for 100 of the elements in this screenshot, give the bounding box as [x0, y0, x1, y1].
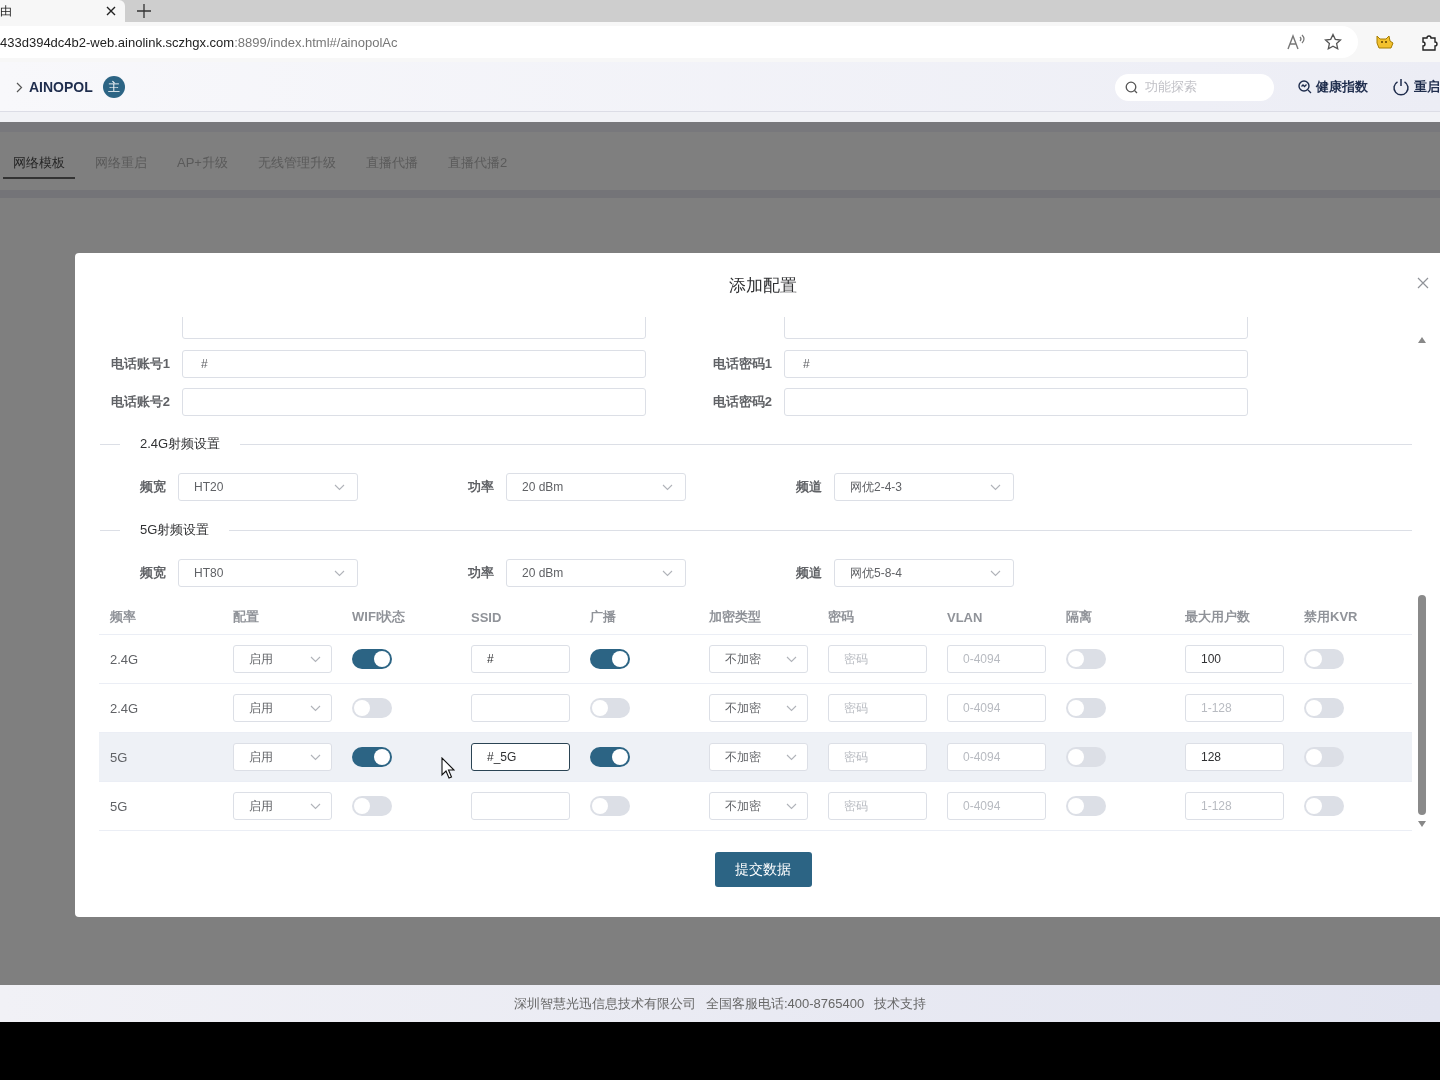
- table-cell: 5G: [110, 798, 128, 814]
- submit-button[interactable]: 提交数据: [714, 852, 812, 887]
- toggle-switch[interactable]: [1304, 649, 1344, 669]
- column-header: 密码: [828, 609, 854, 624]
- caret-icon: [310, 655, 321, 663]
- toggle-switch[interactable]: [1066, 796, 1106, 816]
- star-icon[interactable]: [1324, 33, 1342, 51]
- column-header: 最大用户数: [1185, 609, 1250, 624]
- toggle-switch[interactable]: [1304, 747, 1344, 767]
- input-field[interactable]: #: [471, 645, 570, 673]
- user-badge: 主: [102, 76, 125, 98]
- input-field[interactable]: [182, 317, 646, 339]
- input-field[interactable]: 密码: [828, 694, 927, 722]
- caret-icon: [786, 802, 797, 810]
- caret-icon: [662, 569, 673, 577]
- column-header: 广播: [590, 609, 616, 624]
- footer-text: 深圳智慧光迅信息技术有限公司: [513, 994, 696, 1013]
- scrollbar-thumb[interactable]: [1418, 595, 1426, 815]
- select-field[interactable]: 20 dBm: [506, 473, 686, 501]
- input-field[interactable]: 0-4094: [947, 792, 1046, 820]
- select-field[interactable]: 启用: [233, 792, 332, 820]
- input-field[interactable]: [182, 388, 646, 416]
- breadcrumb-link[interactable]: AINOPOL: [29, 79, 93, 95]
- field-label: 电话账号1: [109, 355, 170, 373]
- read-aloud-icon[interactable]: [1286, 33, 1306, 51]
- input-field[interactable]: [784, 388, 1248, 416]
- footer-text: 全国客服电话:400-8765400: [705, 994, 865, 1013]
- input-field[interactable]: [471, 694, 570, 722]
- caret-icon: [334, 483, 345, 491]
- input-field[interactable]: 1-128: [1185, 694, 1284, 722]
- toggle-switch[interactable]: [1066, 698, 1106, 718]
- input-field[interactable]: 1-128: [1185, 792, 1284, 820]
- toggle-switch[interactable]: [352, 747, 392, 767]
- column-header: VLAN: [947, 609, 983, 625]
- power-icon: [1392, 78, 1410, 96]
- select-field[interactable]: 不加密: [709, 792, 808, 820]
- select-field[interactable]: 不加密: [709, 645, 808, 673]
- table-cell: 2.4G: [110, 700, 139, 716]
- input-field[interactable]: [784, 317, 1248, 339]
- input-field[interactable]: 0-4094: [947, 743, 1046, 771]
- browser-tab[interactable]: 由: [0, 0, 125, 22]
- select-field[interactable]: HT80: [178, 559, 358, 587]
- caret-icon: [662, 483, 673, 491]
- tab[interactable]: 网络模板: [3, 149, 75, 179]
- select-field[interactable]: 网优5-8-4: [834, 559, 1014, 587]
- puzzle-icon[interactable]: [1420, 33, 1438, 51]
- field-label: 频道: [795, 564, 822, 582]
- toggle-switch[interactable]: [590, 698, 630, 718]
- input-field[interactable]: 密码: [828, 743, 927, 771]
- caret-icon: [310, 704, 321, 712]
- input-field[interactable]: 密码: [828, 645, 927, 673]
- input-field[interactable]: 128: [1185, 743, 1284, 771]
- header-action[interactable]: 重启: [1392, 78, 1440, 96]
- table-cell: 5G: [110, 749, 128, 765]
- scroll-down-icon[interactable]: [1418, 821, 1426, 827]
- input-field[interactable]: #_5G: [471, 743, 570, 771]
- input-field[interactable]: 密码: [828, 792, 927, 820]
- column-header: 频率: [110, 609, 136, 624]
- header-action[interactable]: 健康指数: [1298, 78, 1368, 96]
- scroll-up-icon[interactable]: [1418, 337, 1426, 343]
- field-label: 频宽: [139, 478, 166, 496]
- close-icon[interactable]: [106, 6, 116, 16]
- field-label: 频宽: [139, 564, 166, 582]
- toggle-switch[interactable]: [352, 649, 392, 669]
- column-header: 隔离: [1066, 609, 1092, 624]
- input-field[interactable]: #: [784, 350, 1248, 378]
- input-field[interactable]: [471, 792, 570, 820]
- toggle-switch[interactable]: [352, 796, 392, 816]
- select-field[interactable]: HT20: [178, 473, 358, 501]
- column-header: WIFI状态: [352, 609, 406, 624]
- toggle-switch[interactable]: [1066, 649, 1106, 669]
- toggle-switch[interactable]: [1066, 747, 1106, 767]
- table-cell: 2.4G: [110, 651, 139, 667]
- select-field[interactable]: 20 dBm: [506, 559, 686, 587]
- select-field[interactable]: 启用: [233, 694, 332, 722]
- field-label: 功率: [467, 478, 494, 496]
- input-field[interactable]: 0-4094: [947, 694, 1046, 722]
- toggle-switch[interactable]: [352, 698, 392, 718]
- chevron-right-icon: [16, 81, 23, 93]
- field-label: 电话密码1: [711, 355, 772, 373]
- column-header: 加密类型: [709, 609, 761, 624]
- toggle-switch[interactable]: [1304, 698, 1344, 718]
- input-field[interactable]: #: [182, 350, 646, 378]
- select-field[interactable]: 启用: [233, 645, 332, 673]
- chart-search-icon: [1298, 80, 1312, 94]
- toggle-switch[interactable]: [1304, 796, 1344, 816]
- column-header: SSID: [471, 609, 502, 625]
- select-field[interactable]: 不加密: [709, 694, 808, 722]
- plus-icon[interactable]: [137, 4, 151, 18]
- select-field[interactable]: 不加密: [709, 743, 808, 771]
- search-icon: [1125, 80, 1138, 94]
- select-field[interactable]: 网优2-4-3: [834, 473, 1014, 501]
- extension-icon[interactable]: [1376, 34, 1394, 50]
- input-field[interactable]: 0-4094: [947, 645, 1046, 673]
- select-field[interactable]: 启用: [233, 743, 332, 771]
- toggle-switch[interactable]: [590, 796, 630, 816]
- section-title: 2.4G射频设置: [140, 435, 221, 453]
- input-field[interactable]: 100: [1185, 645, 1284, 673]
- toggle-switch[interactable]: [590, 649, 630, 669]
- toggle-switch[interactable]: [590, 747, 630, 767]
